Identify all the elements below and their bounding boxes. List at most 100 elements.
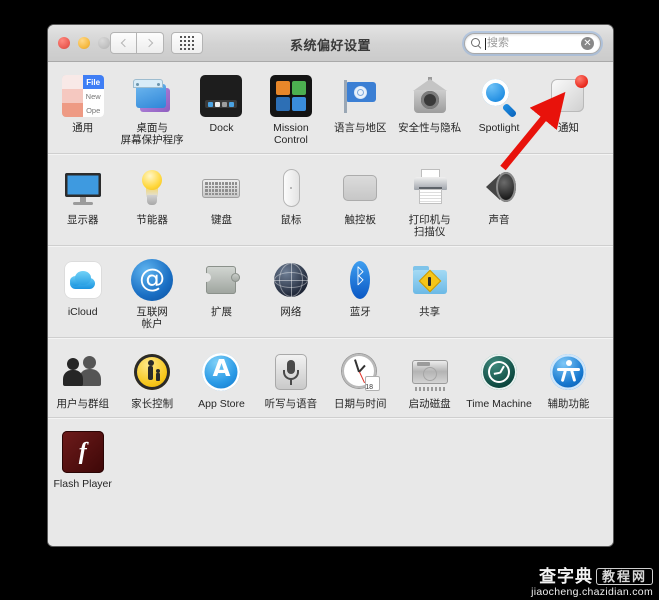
pane-row: 用户与群组 家长控制 A App Store 听写与语音 18 日期与时间 启动…: [48, 338, 613, 418]
search-field[interactable]: 搜索 ✕: [464, 33, 601, 54]
pref-pane-desktop-screensaver[interactable]: 桌面与 屏幕保护程序: [117, 71, 186, 146]
notification-badge: [575, 75, 589, 88]
pane-label: Dock: [209, 122, 234, 134]
text-caret: [485, 37, 486, 50]
keyboard-icon: [200, 167, 242, 209]
pane-label: 辅助功能: [547, 398, 590, 410]
general-icon: File New Ope: [61, 75, 104, 117]
pane-label: Time Machine: [466, 398, 532, 410]
pane-label: 声音: [488, 214, 510, 226]
pref-pane-mouse[interactable]: 鼠标: [256, 163, 325, 238]
language-region-icon: [339, 75, 381, 117]
pane-label: 键盘: [210, 214, 232, 226]
pane-label: Flash Player: [53, 478, 112, 490]
pref-pane-displays[interactable]: 显示器: [48, 163, 117, 238]
icloud-icon: [62, 259, 104, 301]
extensions-icon: [200, 259, 242, 301]
pref-pane-language-region[interactable]: 语言与地区: [326, 71, 395, 146]
pane-label: 通知: [557, 122, 579, 134]
pane-row: f Flash Player: [48, 418, 613, 497]
mouse-icon: [270, 167, 312, 209]
pref-pane-general[interactable]: File New Ope 通用: [48, 71, 117, 146]
flash-player-icon: f: [61, 431, 104, 473]
trackpad-icon: [339, 167, 381, 209]
watermark-url: jiaocheng.chazidian.com: [531, 585, 653, 598]
pane-label: 扩展: [210, 306, 232, 318]
sharing-icon: [409, 259, 451, 301]
pane-label: 触控板: [344, 214, 377, 226]
pref-pane-security-privacy[interactable]: 安全性与隐私: [395, 71, 464, 146]
site-watermark: 查字典 教程网 jiaocheng.chazidian.com: [531, 566, 653, 598]
pane-label: 蓝牙: [349, 306, 371, 318]
pane-label: 互联网 帐户: [136, 306, 168, 330]
mission-control-icon: [269, 75, 312, 117]
pane-label: 日期与时间: [334, 398, 387, 410]
watermark-boxed-text: 教程网: [595, 567, 653, 585]
pref-pane-bluetooth[interactable]: ᛒ 蓝牙: [326, 255, 395, 330]
desktop-screensaver-icon: [131, 75, 173, 117]
preference-panes-grid: File New Ope 通用 桌面与 屏幕保护程序 Dock Mission …: [48, 62, 613, 546]
pref-pane-dock[interactable]: Dock: [187, 71, 256, 146]
pref-pane-spotlight[interactable]: Spotlight: [464, 71, 533, 146]
pref-pane-date-time[interactable]: 18 日期与时间: [326, 347, 395, 410]
pane-label: 听写与语音: [264, 398, 318, 410]
pref-pane-trackpad[interactable]: 触控板: [326, 163, 395, 238]
pane-row: iCloud @ 互联网 帐户 扩展 网络 ᛒ 蓝牙 共享: [48, 246, 613, 338]
pane-label: 网络: [280, 306, 302, 318]
pref-pane-mission-control[interactable]: Mission Control: [256, 71, 325, 146]
pane-label: iCloud: [67, 306, 98, 318]
startup-disk-icon: [409, 351, 451, 393]
displays-icon: [62, 167, 104, 209]
pane-label: Spotlight: [478, 122, 520, 134]
bluetooth-icon: ᛒ: [339, 259, 381, 301]
pref-pane-app-store[interactable]: A App Store: [187, 347, 256, 410]
dictation-speech-icon: [270, 351, 312, 393]
pref-pane-energy-saver[interactable]: 节能器: [117, 163, 186, 238]
system-preferences-window: 系统偏好设置 搜索 ✕ File New Ope 通用 桌面与 屏幕保护程序 D…: [48, 25, 613, 546]
date-time-icon: 18: [339, 351, 381, 393]
pref-pane-sound[interactable]: 声音: [464, 163, 533, 238]
network-icon: [270, 259, 312, 301]
pane-label: 用户与群组: [56, 398, 109, 410]
window-titlebar: 系统偏好设置 搜索 ✕: [48, 25, 613, 62]
sound-icon: [478, 167, 520, 209]
pref-pane-icloud[interactable]: iCloud: [48, 255, 117, 330]
pref-pane-users-groups[interactable]: 用户与群组: [48, 347, 117, 410]
watermark-brand: 查字典: [538, 566, 593, 586]
printers-scanners-icon: [409, 167, 451, 209]
pane-row: File New Ope 通用 桌面与 屏幕保护程序 Dock Mission …: [48, 62, 613, 154]
spotlight-icon: [478, 75, 520, 119]
pane-label: 共享: [419, 306, 441, 318]
clear-search-button[interactable]: ✕: [581, 37, 594, 50]
pref-pane-startup-disk[interactable]: 启动磁盘: [395, 347, 464, 410]
pane-label: 鼠标: [280, 214, 302, 226]
pref-pane-printers-scanners[interactable]: 打印机与 扫描仪: [395, 163, 464, 238]
internet-accounts-icon: @: [131, 259, 174, 301]
pane-label: 打印机与 扫描仪: [408, 214, 451, 238]
pref-pane-sharing[interactable]: 共享: [395, 255, 464, 330]
pref-pane-extensions[interactable]: 扩展: [187, 255, 256, 330]
pref-pane-flash-player[interactable]: f Flash Player: [48, 427, 117, 490]
pane-label: App Store: [198, 398, 245, 410]
pane-label: 安全性与隐私: [398, 122, 462, 134]
pref-pane-accessibility[interactable]: 辅助功能: [534, 347, 603, 410]
parental-controls-icon: [131, 351, 173, 393]
pref-pane-dictation-speech[interactable]: 听写与语音: [256, 347, 325, 410]
search-input[interactable]: 搜索: [487, 38, 581, 49]
notifications-icon: [547, 75, 589, 117]
search-icon: [471, 38, 482, 49]
pref-pane-network[interactable]: 网络: [256, 255, 325, 330]
time-machine-icon: [478, 351, 520, 393]
pane-row: 显示器 节能器 键盘 鼠标 触控板 打印机与 扫描仪 声音: [48, 154, 613, 246]
pref-pane-notifications[interactable]: 通知: [534, 71, 603, 146]
pane-label: 语言与地区: [334, 122, 387, 134]
pane-label: 家长控制: [131, 398, 174, 410]
pref-pane-parental-controls[interactable]: 家长控制: [117, 347, 186, 410]
pref-pane-time-machine[interactable]: Time Machine: [464, 347, 533, 410]
pref-pane-internet-accounts[interactable]: @ 互联网 帐户: [117, 255, 186, 330]
dock-icon: [200, 75, 243, 117]
app-store-icon: A: [200, 351, 242, 393]
pane-label: 节能器: [136, 214, 168, 226]
pref-pane-keyboard[interactable]: 键盘: [187, 163, 256, 238]
accessibility-icon: [547, 351, 589, 393]
